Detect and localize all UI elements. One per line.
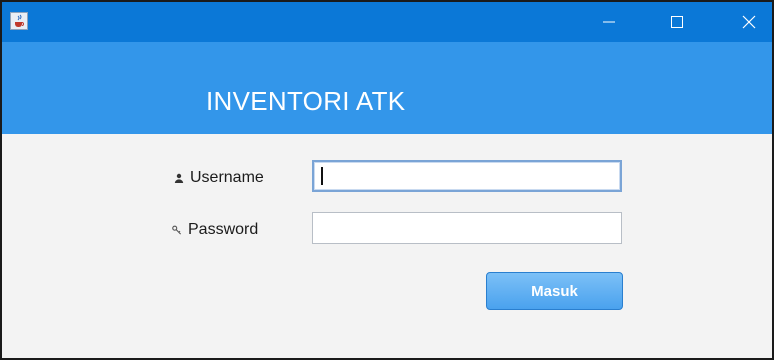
password-input[interactable] <box>312 212 622 244</box>
password-label: Password <box>172 221 258 239</box>
person-icon <box>174 173 184 183</box>
login-window: INVENTORI ATK Username Password Masuk <box>0 0 774 360</box>
maximize-button[interactable] <box>654 2 700 42</box>
username-input[interactable] <box>312 160 622 192</box>
username-label-text: Username <box>190 169 264 186</box>
maximize-icon <box>671 16 683 28</box>
password-label-text: Password <box>188 221 259 238</box>
minimize-icon <box>603 21 615 23</box>
header-banner: INVENTORI ATK <box>2 42 772 134</box>
app-title: INVENTORI ATK <box>206 86 406 116</box>
username-label: Username <box>174 169 264 187</box>
key-icon <box>172 225 182 235</box>
close-icon <box>742 15 756 29</box>
java-cup-icon <box>10 12 28 30</box>
title-bar[interactable] <box>2 2 772 42</box>
close-button[interactable] <box>726 2 772 42</box>
text-cursor <box>321 167 323 185</box>
login-button[interactable]: Masuk <box>486 272 623 310</box>
minimize-button[interactable] <box>586 2 632 42</box>
